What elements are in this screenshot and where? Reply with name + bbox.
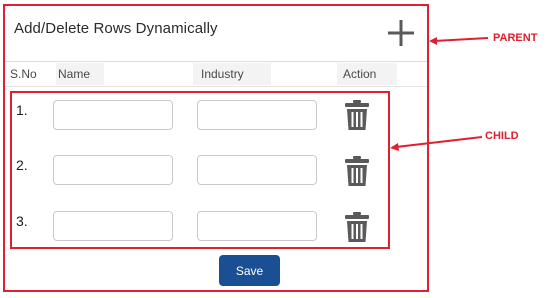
name-input[interactable] bbox=[53, 155, 173, 185]
plus-icon[interactable] bbox=[387, 19, 415, 47]
column-header-industry: Industry bbox=[193, 63, 271, 85]
card-title: Add/Delete Rows Dynamically bbox=[14, 20, 218, 37]
industry-input[interactable] bbox=[197, 155, 317, 185]
header-divider-bottom bbox=[5, 86, 427, 87]
trash-icon[interactable] bbox=[344, 211, 370, 243]
parent-annotation-label: PARENT bbox=[493, 32, 538, 44]
trash-icon[interactable] bbox=[344, 99, 370, 131]
row-number: 1. bbox=[16, 102, 28, 118]
column-header-name: Name bbox=[56, 63, 104, 85]
row-number: 2. bbox=[16, 157, 28, 173]
column-header-action: Action bbox=[337, 63, 397, 85]
parent-arrow-line bbox=[433, 37, 489, 42]
save-button[interactable]: Save bbox=[219, 255, 280, 286]
name-input[interactable] bbox=[53, 100, 173, 130]
industry-input[interactable] bbox=[197, 211, 317, 241]
parent-arrow-head bbox=[429, 37, 437, 45]
industry-input[interactable] bbox=[197, 100, 317, 130]
name-input[interactable] bbox=[53, 211, 173, 241]
child-annotation-label: CHILD bbox=[485, 130, 519, 142]
column-header-sno: S.No bbox=[10, 67, 37, 81]
row-number: 3. bbox=[16, 213, 28, 229]
header-divider bbox=[5, 61, 427, 62]
screenshot-canvas: Add/Delete Rows Dynamically S.No Name In… bbox=[0, 0, 552, 298]
trash-icon[interactable] bbox=[344, 155, 370, 187]
